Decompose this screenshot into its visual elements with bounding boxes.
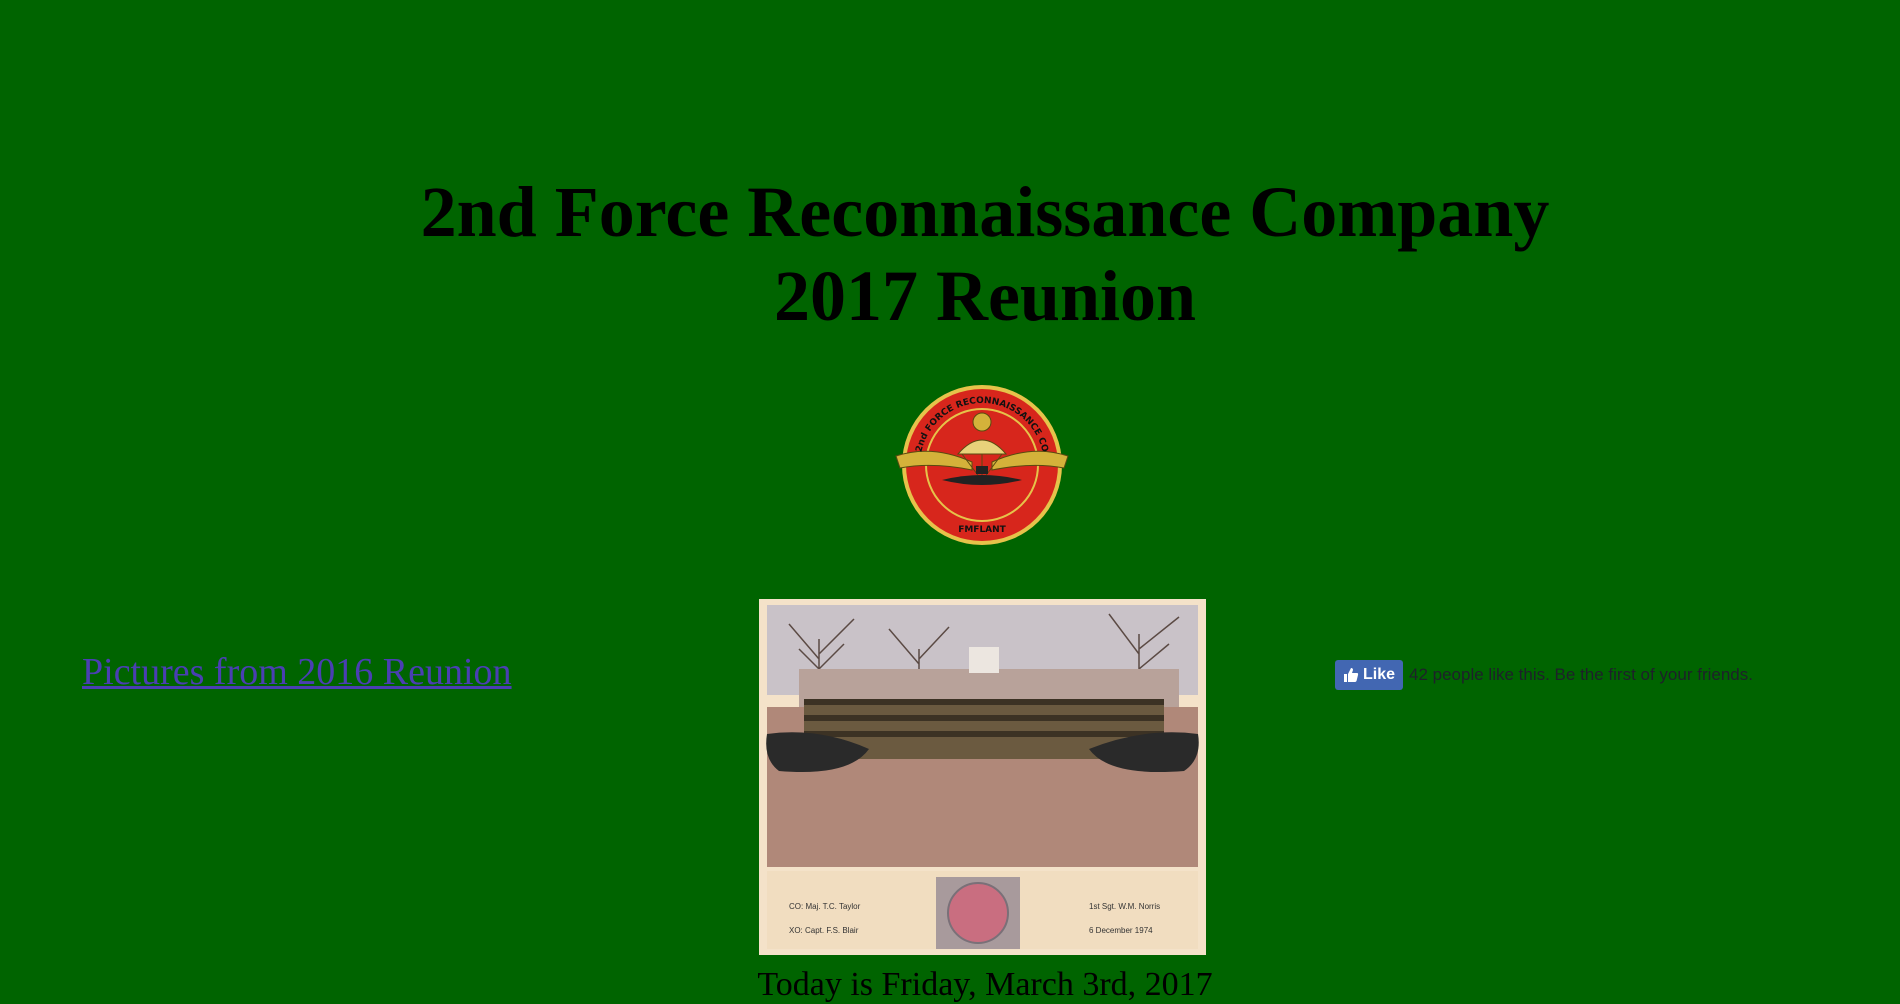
unit-emblem-logo: 2nd FORCE RECONNAISSANCE CO FMFLANT [895, 385, 1069, 545]
title-line-1: 2nd Force Reconnaissance Company [420, 172, 1550, 252]
page-title: 2nd Force Reconnaissance Company 2017 Re… [0, 170, 1900, 338]
thumbs-up-icon [1344, 668, 1359, 682]
photo-caption-first-sgt: 1st Sgt. W.M. Norris [1089, 902, 1160, 911]
troop-rows [804, 699, 1164, 737]
title-line-2: 2017 Reunion [773, 256, 1197, 336]
facebook-like-label: Like [1363, 666, 1396, 683]
company-group-photo: CO: Maj. T.C. Taylor XO: Capt. F.S. Blai… [759, 599, 1206, 955]
photo-caption-xo: XO: Capt. F.S. Blair [789, 926, 859, 935]
facebook-like-button[interactable]: Like [1335, 660, 1404, 690]
photo-caption-date: 6 December 1974 [1089, 926, 1153, 935]
emblem-bottom-text: FMFLANT [958, 525, 1006, 535]
pictures-2016-reunion-link[interactable]: Pictures from 2016 Reunion [82, 650, 512, 694]
photo-caption-co: CO: Maj. T.C. Taylor [789, 902, 861, 911]
current-date-text: Today is Friday, March 3rd, 2017 [757, 966, 1213, 1003]
facebook-like-widget: Like 42 people like this. Be the first o… [1335, 660, 1753, 690]
facebook-like-count: 42 people like this. Be the first of you… [1409, 665, 1753, 684]
